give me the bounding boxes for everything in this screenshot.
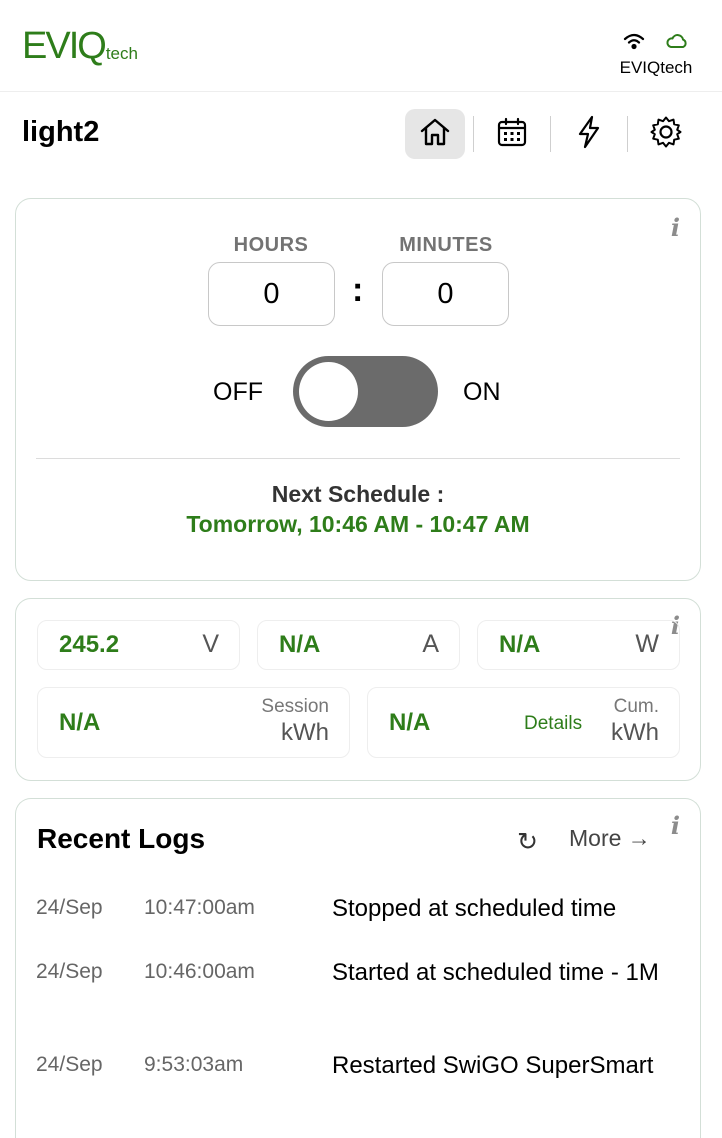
cumulative-unit: kWh <box>611 719 659 746</box>
nav-separator <box>627 116 628 152</box>
logs-title: Recent Logs <box>37 823 206 854</box>
connection-status: EVIQtech <box>614 33 698 78</box>
connection-label: EVIQtech <box>619 58 693 77</box>
meter-card: i 245.2 V N/A A N/A W N/A Session kWh N/… <box>15 598 701 781</box>
current-unit: A <box>422 630 439 658</box>
log-message: Started at scheduled time - 1M <box>332 959 659 986</box>
nav-home-button[interactable] <box>405 109 465 159</box>
logs-info-icon[interactable]: i <box>671 811 680 840</box>
hours-input[interactable]: 0 <box>208 262 335 326</box>
next-schedule-value: Tomorrow, 10:46 AM - 10:47 AM <box>186 511 530 537</box>
time-separator: : <box>352 271 364 309</box>
nav-power-button[interactable] <box>559 109 619 159</box>
cloud-icon <box>665 33 689 54</box>
power-box: N/A W <box>477 620 680 670</box>
lightning-icon <box>576 115 602 154</box>
on-label: ON <box>463 378 501 406</box>
log-message: Restarted SwiGO SuperSmart <box>332 1052 654 1079</box>
device-nav <box>405 109 696 159</box>
device-titlebar: light2 <box>0 92 722 182</box>
brand-logo: EVIQ tech <box>22 25 138 67</box>
refresh-icon[interactable]: ↻ <box>517 827 538 857</box>
log-time: 9:53:03am <box>144 1053 244 1076</box>
timer-divider <box>36 458 680 459</box>
recent-logs-card: i Recent Logs ↻ More → 24/Sep 10:47:00am… <box>15 798 701 1138</box>
gear-icon <box>649 115 683 154</box>
cumulative-energy-box: N/A Details Cum. kWh <box>367 687 680 758</box>
home-icon <box>418 116 452 153</box>
log-date: 24/Sep <box>36 960 103 983</box>
next-schedule-label: Next Schedule : <box>271 481 445 507</box>
minutes-label: MINUTES <box>399 234 493 256</box>
logo-main-text: EVIQ <box>22 25 107 67</box>
cumulative-label: Cum. <box>613 696 659 717</box>
current-value: N/A <box>279 631 321 658</box>
app-header: EVIQ tech EVIQtech <box>0 0 722 92</box>
nav-separator <box>550 116 551 152</box>
log-date: 24/Sep <box>36 896 103 919</box>
session-unit: kWh <box>281 719 329 746</box>
voltage-box: 245.2 V <box>37 620 240 670</box>
off-label: OFF <box>213 378 263 406</box>
power-value: N/A <box>499 631 541 658</box>
logo-sub-text: tech <box>105 44 138 63</box>
session-energy-box: N/A Session kWh <box>37 687 350 758</box>
current-box: N/A A <box>257 620 460 670</box>
nav-separator <box>473 116 474 152</box>
voltage-value: 245.2 <box>59 631 120 658</box>
session-label: Session <box>261 696 329 717</box>
minutes-input[interactable]: 0 <box>382 262 509 326</box>
timer-info-icon[interactable]: i <box>671 213 680 242</box>
cumulative-energy-value: N/A <box>389 709 431 736</box>
log-date: 24/Sep <box>36 1053 103 1076</box>
hours-label: HOURS <box>233 234 309 256</box>
power-toggle[interactable] <box>293 356 438 427</box>
wifi-icon <box>623 32 645 55</box>
more-logs-link[interactable]: More → <box>569 825 651 852</box>
power-unit: W <box>635 630 659 658</box>
toggle-knob[interactable] <box>299 362 358 421</box>
session-energy-value: N/A <box>59 709 101 736</box>
log-time: 10:47:00am <box>144 896 255 919</box>
device-title: light2 <box>22 116 100 148</box>
log-time: 10:46:00am <box>144 960 255 983</box>
nav-settings-button[interactable] <box>636 109 696 159</box>
nav-schedule-button[interactable] <box>482 109 542 159</box>
calendar-icon <box>496 116 528 153</box>
log-message: Stopped at scheduled time <box>332 895 617 922</box>
voltage-unit: V <box>202 630 219 658</box>
timer-card: i HOURS MINUTES 0 : 0 OFF ON Next Schedu… <box>15 198 701 581</box>
details-link[interactable]: Details <box>524 713 582 735</box>
